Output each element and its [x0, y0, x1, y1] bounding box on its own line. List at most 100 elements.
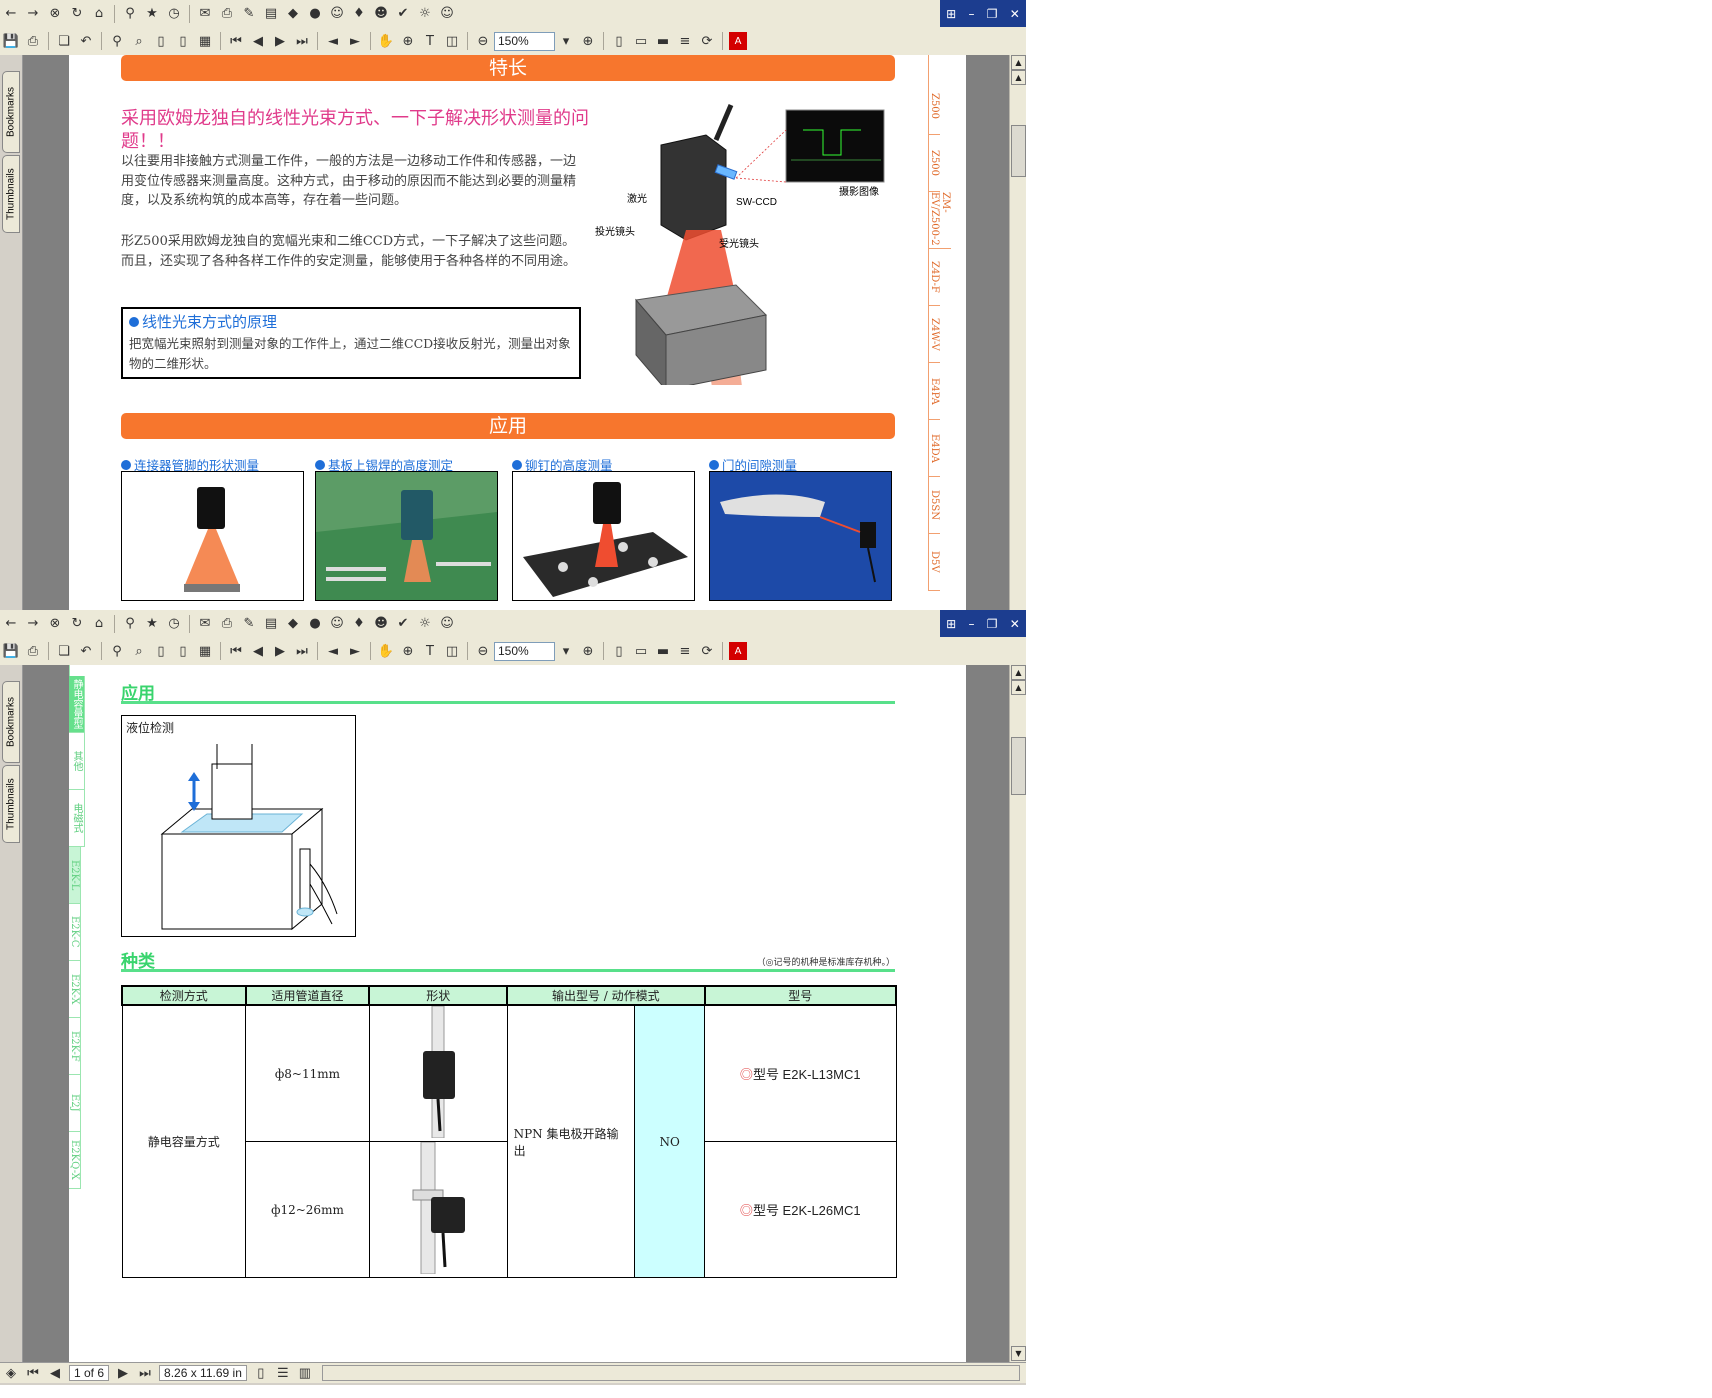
- index-tab[interactable]: E2K-L: [69, 847, 81, 904]
- rotate-icon[interactable]: ⟳: [698, 32, 716, 50]
- snapshot-icon[interactable]: ◫: [443, 642, 461, 660]
- adobe-logo-icon[interactable]: A: [729, 642, 747, 660]
- index-tab[interactable]: 静电容量型: [69, 676, 85, 733]
- edit-icon[interactable]: ✎: [240, 5, 258, 23]
- index-tab[interactable]: ZM-EV/Z500-2: [928, 192, 951, 249]
- home-icon[interactable]: ⌂: [90, 615, 108, 633]
- print-icon[interactable]: ⎙: [218, 615, 236, 633]
- text-select-icon[interactable]: T: [421, 32, 439, 50]
- bookmarks-tab[interactable]: Bookmarks: [2, 681, 20, 763]
- scroll-thumb[interactable]: [1011, 125, 1026, 177]
- index-tab[interactable]: E4PA: [928, 363, 940, 420]
- pages-icon[interactable]: ▯: [152, 32, 170, 50]
- actual-size-icon[interactable]: ▯: [610, 642, 628, 660]
- mail-icon[interactable]: ✉: [196, 5, 214, 23]
- zoom-out-icon[interactable]: ⊖: [474, 32, 492, 50]
- zoom-out-icon[interactable]: ⊖: [474, 642, 492, 660]
- next-view-icon[interactable]: ►: [346, 32, 364, 50]
- pages-icon[interactable]: ▯: [152, 642, 170, 660]
- first-page-icon[interactable]: ⏮: [24, 1364, 42, 1382]
- next-view-icon[interactable]: ►: [346, 642, 364, 660]
- mail-icon[interactable]: ✉: [196, 615, 214, 633]
- scroll-up-icon[interactable]: ▲: [1011, 70, 1026, 85]
- addon-icon-1[interactable]: ◆: [284, 615, 302, 633]
- save-icon[interactable]: 💾: [2, 32, 20, 50]
- hand-tool-icon[interactable]: ✋: [377, 642, 395, 660]
- addon-icon-8[interactable]: ☺: [438, 615, 456, 633]
- index-tab[interactable]: Z4W-V: [928, 306, 940, 363]
- single-page-icon[interactable]: ▯: [252, 1364, 270, 1382]
- zoom-dropdown-icon[interactable]: ▾: [557, 32, 575, 50]
- page-indicator[interactable]: 1 of 6: [69, 1365, 110, 1381]
- last-page-icon[interactable]: ⏭: [293, 32, 311, 50]
- favorites-icon[interactable]: ★: [143, 5, 161, 23]
- search-icon[interactable]: ⚲: [121, 615, 139, 633]
- text-select-icon[interactable]: T: [421, 642, 439, 660]
- addon-icon-4[interactable]: ♦: [350, 5, 368, 23]
- scroll-up-icon[interactable]: ▲: [1011, 680, 1026, 695]
- scroll-up-icon[interactable]: ▲: [1011, 55, 1026, 70]
- print-icon[interactable]: ⎙: [218, 5, 236, 23]
- forward-icon[interactable]: →: [24, 5, 42, 23]
- bookmarks-tab[interactable]: Bookmarks: [2, 71, 20, 153]
- index-tab[interactable]: 其他: [69, 733, 85, 790]
- close-icon[interactable]: ✕: [1010, 7, 1020, 21]
- index-tab[interactable]: E2J: [69, 1075, 81, 1132]
- index-tab[interactable]: Z4D-F: [928, 249, 940, 306]
- forward-icon[interactable]: →: [24, 615, 42, 633]
- save-icon[interactable]: 💾: [2, 642, 20, 660]
- index-tab[interactable]: Z500: [928, 135, 940, 192]
- close-icon[interactable]: ✕: [1010, 617, 1020, 631]
- undo-icon[interactable]: ↶: [77, 642, 95, 660]
- panel-toggle-icon[interactable]: ◈: [2, 1364, 20, 1382]
- zoom-tool-icon[interactable]: ⊕: [399, 642, 417, 660]
- back-icon[interactable]: ←: [2, 615, 20, 633]
- search-icon[interactable]: ⌕: [130, 642, 148, 660]
- search-icon[interactable]: ⌕: [130, 32, 148, 50]
- fit-width-icon[interactable]: ▬: [654, 642, 672, 660]
- prev-page-icon[interactable]: ◀: [249, 32, 267, 50]
- index-tab[interactable]: E2K-F: [69, 1018, 81, 1075]
- index-tab[interactable]: D5V: [928, 534, 940, 591]
- stop-icon[interactable]: ⊗: [46, 615, 64, 633]
- fit-page-icon[interactable]: ▭: [632, 32, 650, 50]
- first-page-icon[interactable]: ⏮: [227, 642, 245, 660]
- last-page-icon[interactable]: ⏭: [136, 1364, 154, 1382]
- zoom-tool-icon[interactable]: ⊕: [399, 32, 417, 50]
- prev-view-icon[interactable]: ◄: [324, 642, 342, 660]
- reflow-icon[interactable]: ≡: [676, 32, 694, 50]
- panel-icon[interactable]: ▦: [196, 32, 214, 50]
- index-tab[interactable]: E2KQ-X: [69, 1132, 81, 1189]
- index-tab[interactable]: D5SN: [928, 477, 940, 534]
- history-icon[interactable]: ◷: [165, 615, 183, 633]
- addon-icon-5[interactable]: ☻: [372, 5, 390, 23]
- addon-icon-4[interactable]: ♦: [350, 615, 368, 633]
- addon-icon-1[interactable]: ◆: [284, 5, 302, 23]
- prev-page-icon[interactable]: ◀: [46, 1364, 64, 1382]
- pages2-icon[interactable]: ▯: [174, 642, 192, 660]
- undo-icon[interactable]: ↶: [77, 32, 95, 50]
- edit-icon[interactable]: ✎: [240, 615, 258, 633]
- addon-icon-6[interactable]: ✔: [394, 5, 412, 23]
- adobe-logo-icon[interactable]: A: [729, 32, 747, 50]
- restore-icon[interactable]: ❐: [987, 7, 998, 21]
- vertical-scrollbar[interactable]: ▲ ▲ ▼: [1009, 665, 1026, 1362]
- addon-icon-3[interactable]: ☺: [328, 615, 346, 633]
- reflow-icon[interactable]: ≡: [676, 642, 694, 660]
- minimize-icon[interactable]: –: [968, 7, 974, 21]
- index-tab[interactable]: E2K-C: [69, 904, 81, 961]
- discuss-icon[interactable]: ▤: [262, 5, 280, 23]
- index-tab[interactable]: E2K-X: [69, 961, 81, 1018]
- favorites-icon[interactable]: ★: [143, 615, 161, 633]
- history-icon[interactable]: ◷: [165, 5, 183, 23]
- discuss-icon[interactable]: ▤: [262, 615, 280, 633]
- stop-icon[interactable]: ⊗: [46, 5, 64, 23]
- refresh-icon[interactable]: ↻: [68, 5, 86, 23]
- pages2-icon[interactable]: ▯: [174, 32, 192, 50]
- snapshot-icon[interactable]: ◫: [443, 32, 461, 50]
- copy-icon[interactable]: ❏: [55, 642, 73, 660]
- fit-width-icon[interactable]: ▬: [654, 32, 672, 50]
- panel-icon[interactable]: ▦: [196, 642, 214, 660]
- addon-icon-2[interactable]: ●: [306, 615, 324, 633]
- addon-icon-7[interactable]: ☼: [416, 5, 434, 23]
